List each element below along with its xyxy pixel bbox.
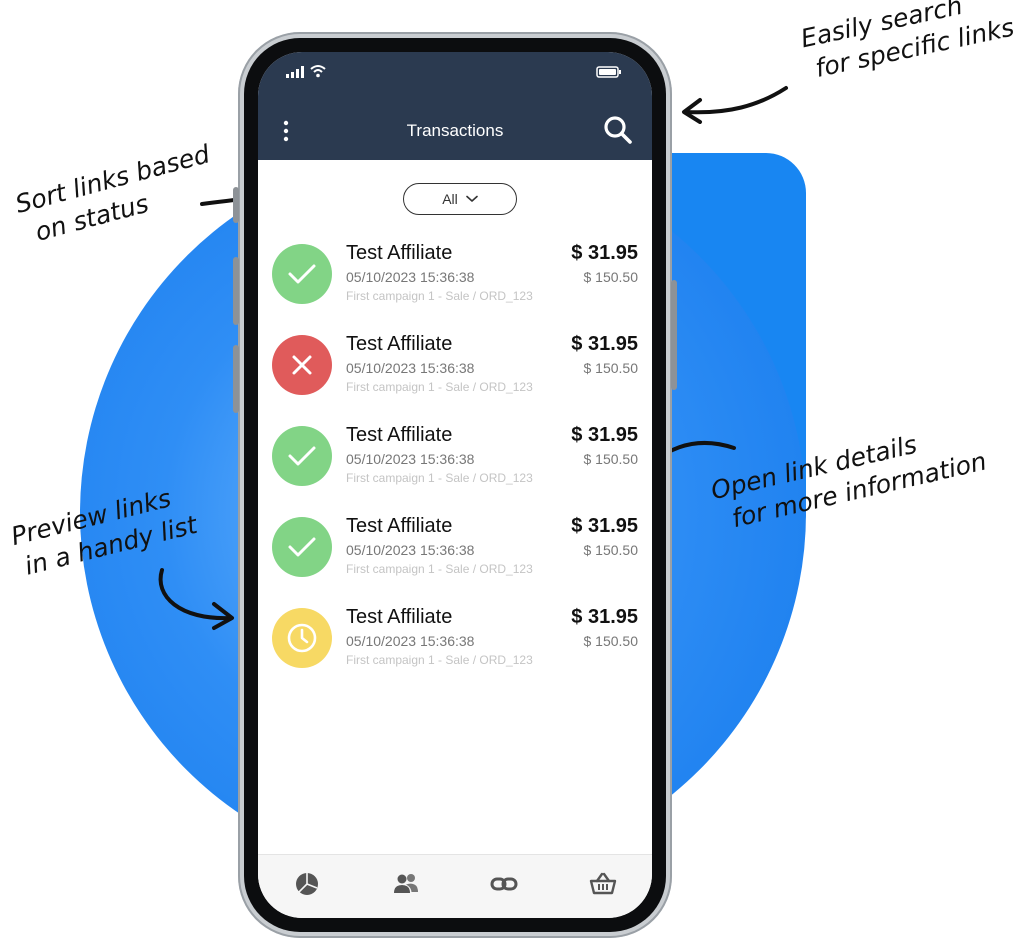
- order-total: $ 150.50: [583, 542, 639, 558]
- search-button[interactable]: [600, 112, 636, 148]
- wifi-icon: [310, 65, 326, 78]
- clock-icon: [287, 623, 317, 653]
- transaction-row[interactable]: Test Affiliate 05/10/2023 15:36:38 First…: [258, 421, 652, 512]
- check-icon: [288, 537, 316, 557]
- campaign-label: First campaign 1 - Sale / ORD_123: [346, 471, 533, 485]
- annotation-search: Easily search for specific links: [798, 0, 1017, 87]
- volume-up-button: [233, 257, 239, 325]
- status-pending-badge: [272, 608, 332, 668]
- check-icon: [288, 264, 316, 284]
- campaign-label: First campaign 1 - Sale / ORD_123: [346, 289, 533, 303]
- annotation-sort: Sort links based on status: [12, 138, 222, 252]
- transaction-row[interactable]: Test Affiliate 05/10/2023 15:36:38 First…: [258, 512, 652, 603]
- nav-orders[interactable]: [583, 864, 623, 904]
- pie-chart-icon: [296, 872, 319, 895]
- transaction-row[interactable]: Test Affiliate 05/10/2023 15:36:38 First…: [258, 239, 652, 330]
- nav-affiliates[interactable]: [386, 864, 426, 904]
- transaction-row[interactable]: Test Affiliate 05/10/2023 15:36:38 First…: [258, 603, 652, 694]
- arrow-to-list-icon: [158, 568, 234, 630]
- side-button: [233, 187, 239, 223]
- battery-icon: [596, 66, 621, 78]
- campaign-label: First campaign 1 - Sale / ORD_123: [346, 562, 533, 576]
- link-icon: [490, 877, 518, 890]
- status-declined-badge: [272, 335, 332, 395]
- status-approved-badge: [272, 426, 332, 486]
- nav-links[interactable]: [484, 864, 524, 904]
- search-icon: [604, 116, 632, 144]
- affiliate-name: Test Affiliate: [346, 242, 453, 264]
- transaction-date: 05/10/2023 15:36:38: [346, 542, 475, 558]
- bottom-navigation: [258, 854, 652, 918]
- status-filter-value: All: [442, 191, 458, 207]
- x-icon: [292, 355, 312, 375]
- transaction-date: 05/10/2023 15:36:38: [346, 451, 475, 467]
- affiliate-name: Test Affiliate: [346, 606, 453, 628]
- status-bar: [258, 52, 652, 102]
- power-button: [671, 280, 677, 390]
- menu-button[interactable]: [278, 116, 294, 146]
- order-total: $ 150.50: [583, 269, 639, 285]
- transaction-date: 05/10/2023 15:36:38: [346, 633, 475, 649]
- transaction-row[interactable]: Test Affiliate 05/10/2023 15:36:38 First…: [258, 330, 652, 421]
- affiliate-name: Test Affiliate: [346, 515, 453, 537]
- chevron-down-icon: [465, 195, 478, 202]
- basket-icon: [589, 872, 616, 894]
- transaction-list: Test Affiliate 05/10/2023 15:36:38 First…: [258, 239, 652, 694]
- commission-amount: $ 31.95: [571, 333, 638, 355]
- commission-amount: $ 31.95: [571, 424, 638, 446]
- nav-dashboard[interactable]: [287, 864, 327, 904]
- status-approved-badge: [272, 517, 332, 577]
- app-bar: Transactions: [258, 102, 652, 160]
- arrow-to-search-icon: [682, 86, 788, 124]
- transaction-date: 05/10/2023 15:36:38: [346, 269, 475, 285]
- affiliate-name: Test Affiliate: [346, 424, 453, 446]
- campaign-label: First campaign 1 - Sale / ORD_123: [346, 380, 533, 394]
- phone-screen: Transactions All Test Affiliate 05/10/20…: [258, 52, 652, 918]
- order-total: $ 150.50: [583, 360, 639, 376]
- check-icon: [288, 446, 316, 466]
- order-total: $ 150.50: [583, 451, 639, 467]
- status-approved-badge: [272, 244, 332, 304]
- signal-icon: [286, 66, 304, 78]
- phone-frame: Transactions All Test Affiliate 05/10/20…: [233, 32, 677, 938]
- commission-amount: $ 31.95: [571, 606, 638, 628]
- status-filter-dropdown[interactable]: All: [403, 183, 517, 215]
- commission-amount: $ 31.95: [571, 515, 638, 537]
- transaction-date: 05/10/2023 15:36:38: [346, 360, 475, 376]
- volume-down-button: [233, 345, 239, 413]
- phone-bezel: Transactions All Test Affiliate 05/10/20…: [244, 38, 666, 932]
- order-total: $ 150.50: [583, 633, 639, 649]
- commission-amount: $ 31.95: [571, 242, 638, 264]
- kebab-menu-icon: [283, 120, 289, 142]
- page-title: Transactions: [406, 121, 504, 140]
- affiliate-name: Test Affiliate: [346, 333, 453, 355]
- users-icon: [393, 873, 418, 893]
- campaign-label: First campaign 1 - Sale / ORD_123: [346, 653, 533, 667]
